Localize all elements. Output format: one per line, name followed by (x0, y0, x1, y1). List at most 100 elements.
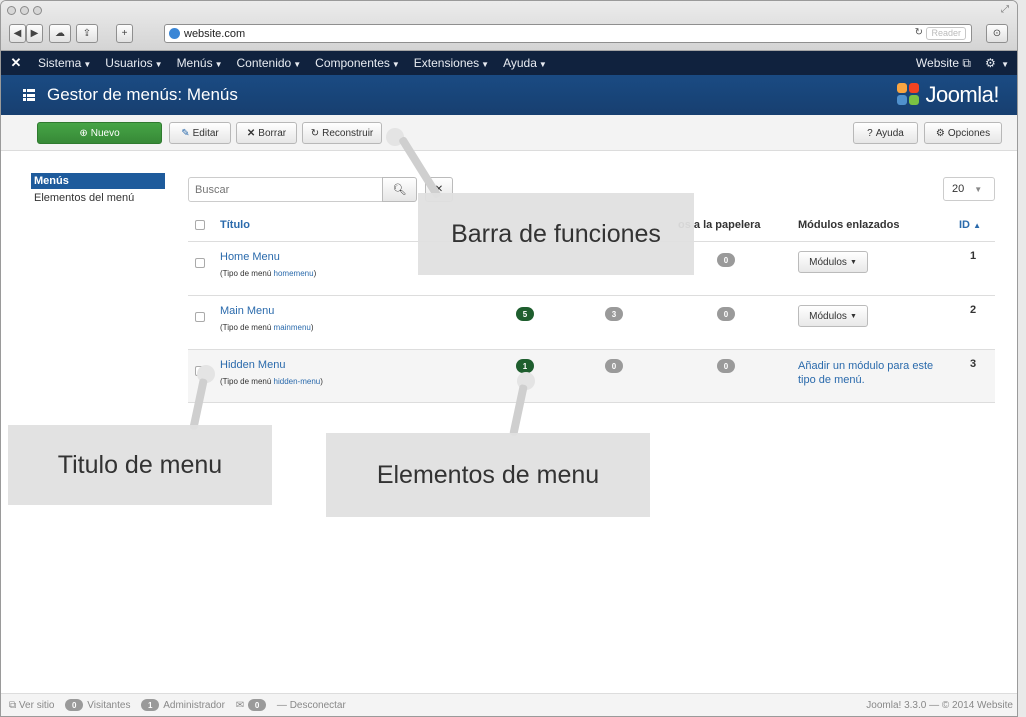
toolbar: ⊕ Nuevo ✎ Editar ✕ Borrar ↻ Reconstruir ? Ayu… (1, 115, 1017, 151)
menu-type: (Tipo de menú hidden-menu) (220, 377, 323, 386)
nav-menus[interactable]: Menús ▼ (170, 56, 230, 70)
external-link-icon: ⧉ (962, 55, 971, 70)
select-all-checkbox[interactable] (195, 220, 205, 230)
refresh-icon: ↻ (310, 127, 320, 139)
globe-icon (169, 28, 180, 39)
title-callout: Titulo de menu (8, 425, 272, 505)
new-button[interactable]: ⊕ Nuevo (37, 122, 162, 144)
published-count-badge[interactable]: 1 (516, 359, 534, 373)
options-button[interactable]: ⚙ Opciones (924, 122, 1002, 144)
browser-window: ⤢ ◀ ▶ ☁ ⇪ + website.com ↻ Reader ⊙ ✕ Sis… (0, 0, 1018, 717)
plus-circle-icon: ⊕ (79, 127, 88, 139)
minus-icon: — (276, 699, 287, 711)
caret-down-icon: ▼ (849, 258, 857, 266)
nav-sistema[interactable]: Sistema ▼ (31, 56, 98, 70)
browser-titlebar: ⤢ ◀ ▶ ☁ ⇪ + website.com ↻ Reader ⊙ (1, 1, 1017, 51)
reload-icon[interactable]: ↻ (915, 27, 923, 38)
add-module-link[interactable]: Añadir un módulo para este tipo de menú. (798, 359, 948, 387)
sidebar-item-menus[interactable]: Menús (31, 173, 165, 189)
search-button[interactable]: 🔍︎ (382, 177, 417, 202)
share-icon[interactable]: ⇪ (76, 24, 98, 43)
modules-dropdown-button[interactable]: Módulos ▼ (798, 305, 868, 327)
website-link[interactable]: Website ⧉ (916, 56, 971, 71)
row-checkbox[interactable] (195, 312, 205, 322)
address-bar[interactable]: website.com ↻ Reader (164, 24, 972, 43)
edit-icon: ✎ (181, 127, 190, 139)
menu-type: (Tipo de menú homemenu) (220, 269, 317, 278)
menu-title-link[interactable]: Home Menu (220, 251, 280, 263)
help-button[interactable]: ? Ayuda (853, 122, 918, 144)
sort-up-icon: ▲ (973, 221, 981, 230)
delete-button[interactable]: ✕ Borrar (236, 122, 297, 144)
modules-dropdown-button[interactable]: Módulos ▼ (798, 251, 868, 273)
fullscreen-icon[interactable]: ⤢ (1001, 4, 1009, 15)
edit-button[interactable]: ✎ Editar (169, 122, 231, 144)
row-checkbox[interactable] (195, 258, 205, 268)
icloud-icon[interactable]: ☁ (49, 24, 71, 43)
page-title: Gestor de menús: Menús (47, 85, 238, 104)
rebuild-button[interactable]: ↻ Reconstruir (302, 122, 382, 144)
admin-label: Administrador (163, 699, 225, 711)
row-id: 2 (970, 304, 977, 316)
items-callout: Elementos de menu (326, 433, 650, 517)
trashed-count-badge[interactable]: 0 (717, 359, 735, 373)
visitors-label: Visitantes (87, 699, 131, 711)
chevron-down-icon: ▼ (974, 184, 983, 194)
nav-contenido[interactable]: Contenido ▼ (230, 56, 309, 70)
id-column-header[interactable]: ID ▲ (959, 219, 981, 231)
nav-usuarios[interactable]: Usuarios ▼ (98, 56, 169, 70)
row-id: 1 (970, 250, 977, 262)
caret-down-icon: ▼ (849, 312, 857, 320)
nav-ayuda[interactable]: Ayuda ▼ (496, 56, 554, 70)
joomla-logo-text: Joomla! (925, 82, 999, 107)
forward-button[interactable]: ▶ (26, 24, 43, 43)
url-text: website.com (184, 27, 246, 40)
question-icon: ? (867, 127, 873, 139)
visitors-count-badge: 0 (65, 699, 84, 711)
unpublished-count-badge[interactable]: 3 (605, 307, 623, 321)
joomla-x-icon[interactable]: ✕ (1, 55, 31, 71)
zoom-window-button[interactable] (33, 6, 42, 15)
messages-count-badge[interactable]: 0 (248, 699, 267, 711)
table-row: Main Menu (Tipo de menú mainmenu) 5 3 0 … (188, 295, 995, 349)
trashed-count-badge[interactable]: 0 (717, 307, 735, 321)
toolbar-callout: Barra de funciones (418, 193, 694, 275)
list-limit-select[interactable]: 20 ▼ (943, 177, 995, 201)
menu-title-link[interactable]: Hidden Menu (220, 359, 285, 371)
row-id: 3 (970, 358, 977, 370)
status-bar: ⧉ Ver sitio 0 Visitantes 1 Administrador… (1, 693, 1017, 716)
unpublished-count-badge[interactable]: 0 (605, 359, 623, 373)
modules-column-header: Módulos enlazados (798, 219, 900, 231)
back-button[interactable]: ◀ (9, 24, 26, 43)
window-controls[interactable] (7, 6, 42, 15)
nav-extensiones[interactable]: Extensiones ▼ (407, 56, 496, 70)
list-icon (23, 89, 35, 101)
nav-componentes[interactable]: Componentes ▼ (308, 56, 407, 70)
minimize-window-button[interactable] (20, 6, 29, 15)
reader-button[interactable]: Reader (926, 27, 966, 40)
downloads-icon[interactable]: ⊙ (986, 24, 1008, 43)
version-text: Joomla! 3.3.0 — © 2014 Website (866, 700, 1013, 711)
admin-count-badge: 1 (141, 699, 160, 711)
menu-title-link[interactable]: Main Menu (220, 305, 274, 317)
sidebar-item-menu-items[interactable]: Elementos del menú (31, 189, 165, 207)
trashed-count-badge[interactable]: 0 (717, 253, 735, 267)
menu-type: (Tipo de menú mainmenu) (220, 323, 314, 332)
joomla-logo: Joomla! (897, 82, 999, 108)
page-header: Gestor de menús: Menús Joomla! (1, 75, 1017, 115)
new-tab-button[interactable]: + (116, 24, 133, 43)
joomla-mark-icon (897, 83, 923, 107)
search-input[interactable] (188, 177, 384, 202)
sidebar: Menús Elementos del menú (31, 173, 165, 207)
admin-top-nav: ✕ Sistema ▼ Usuarios ▼ Menús ▼ Contenido ▼ C… (1, 51, 1017, 75)
published-count-badge[interactable]: 5 (516, 307, 534, 321)
gear-icon: ⚙ (935, 127, 945, 139)
logout-link[interactable]: — Desconectar (277, 700, 346, 711)
user-settings-menu[interactable]: ⚙ ▼ (985, 56, 1009, 70)
close-window-button[interactable] (7, 6, 16, 15)
view-site-link[interactable]: ⧉ Ver sitio (9, 700, 55, 711)
envelope-icon: ✉ (235, 699, 245, 711)
table-row: Hidden Menu (Tipo de menú hidden-menu) 1… (188, 349, 995, 403)
title-column-header[interactable]: Título (220, 219, 250, 231)
external-link-icon: ⧉ (9, 699, 17, 711)
